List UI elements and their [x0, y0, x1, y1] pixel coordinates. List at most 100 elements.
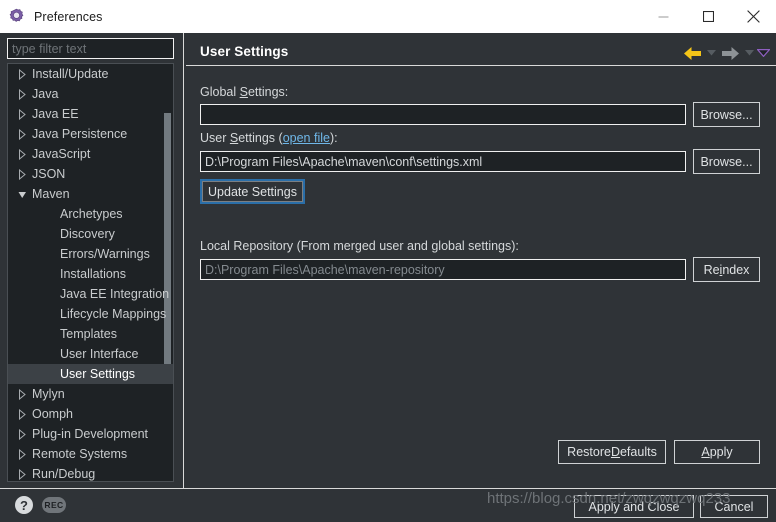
rec-icon[interactable]: REC [42, 497, 66, 513]
expand-arrow-icon[interactable] [16, 168, 27, 180]
sidebar-item-remote-systems[interactable]: Remote Systems [8, 444, 173, 464]
expand-arrow-icon[interactable] [16, 408, 27, 420]
close-button[interactable] [731, 0, 776, 33]
back-arrow-icon[interactable] [680, 43, 704, 63]
sidebar: Install/Update Java Java EE Java Persistenc… [0, 33, 181, 488]
sidebar-item-label: Install/Update [32, 67, 109, 81]
content-panel: User Settings Global Settings: Browse...… [186, 33, 776, 488]
expand-arrow-icon[interactable] [16, 88, 27, 100]
expand-arrow-icon[interactable] [16, 68, 27, 80]
sidebar-item-label: Java EE [32, 107, 79, 121]
preferences-tree[interactable]: Install/Update Java Java EE Java Persistenc… [7, 63, 174, 482]
reindex-label-pre: Re [703, 262, 720, 277]
window-title: Preferences [34, 9, 103, 24]
sidebar-item-installations[interactable]: Installations [8, 264, 173, 284]
search-input[interactable] [8, 39, 173, 58]
local-repository-input: D:\Program Files\Apache\maven-repository [200, 259, 686, 280]
sidebar-item-label: User Settings [60, 367, 136, 381]
user-settings-browse-button[interactable]: Browse... [693, 149, 760, 174]
forward-arrow-icon[interactable] [718, 43, 742, 63]
page-title: User Settings [200, 44, 289, 59]
sidebar-item-label: JavaScript [32, 147, 91, 161]
global-settings-browse-button[interactable]: Browse... [693, 102, 760, 127]
sidebar-item-java-ee[interactable]: Java EE [8, 104, 173, 124]
back-history-chevron-down-icon[interactable] [704, 43, 718, 63]
apply-and-close-button[interactable]: Apply and Close [574, 495, 694, 518]
sidebar-item-archetypes[interactable]: Archetypes [8, 204, 173, 224]
sidebar-item-label: Installations [60, 267, 127, 281]
sidebar-item-maven[interactable]: Maven [8, 184, 173, 204]
restore-defaults-mnemonic: D [610, 445, 620, 459]
sidebar-item-user-interface[interactable]: User Interface [8, 344, 173, 364]
sidebar-item-label: User Interface [60, 347, 139, 361]
update-settings-button[interactable]: Update Settings [200, 179, 305, 204]
forward-history-chevron-down-icon[interactable] [742, 43, 756, 63]
sidebar-item-java-ee-integration[interactable]: Java EE Integration [8, 284, 173, 304]
view-menu-chevron-icon[interactable] [756, 43, 770, 63]
minimize-button[interactable] [641, 0, 686, 33]
sidebar-item-templates[interactable]: Templates [8, 324, 173, 344]
user-settings-label-mnemonic: S [229, 131, 239, 145]
sidebar-item-label: Lifecycle Mappings [60, 307, 167, 321]
sidebar-item-oomph[interactable]: Oomph [8, 404, 173, 424]
sidebar-item-mylyn[interactable]: Mylyn [8, 384, 173, 404]
title-bar: Preferences [0, 0, 776, 33]
filter-box[interactable] [7, 38, 174, 59]
sidebar-item-label: Run/Debug [32, 467, 96, 481]
apply-mnemonic: A [701, 445, 710, 459]
open-file-link[interactable]: open file [283, 131, 330, 145]
user-settings-input[interactable]: D:\Program Files\Apache\maven\conf\setti… [200, 151, 686, 172]
global-settings-label-pre: Global [200, 85, 240, 99]
restore-defaults-button[interactable]: Restore Defaults [558, 440, 666, 464]
sidebar-item-plug-in-development[interactable]: Plug-in Development [8, 424, 173, 444]
gear-icon [8, 8, 25, 25]
sidebar-item-user-settings[interactable]: User Settings [8, 364, 173, 384]
sidebar-item-discovery[interactable]: Discovery [8, 224, 173, 244]
help-icon[interactable]: ? [15, 496, 33, 514]
sidebar-item-label: Archetypes [60, 207, 123, 221]
sidebar-item-label: Errors/Warnings [60, 247, 150, 261]
user-settings-label-mid: ettings ( [238, 131, 283, 145]
apply-button[interactable]: Apply [674, 440, 760, 464]
user-settings-label: User Settings (open file): [200, 131, 338, 145]
cancel-button[interactable]: Cancel [700, 495, 768, 518]
sidebar-item-label: JSON [32, 167, 66, 181]
expand-arrow-icon[interactable] [16, 108, 27, 120]
expand-arrow-icon[interactable] [16, 148, 27, 160]
sidebar-item-java-persistence[interactable]: Java Persistence [8, 124, 173, 144]
expand-arrow-icon[interactable] [16, 448, 27, 460]
sidebar-item-json[interactable]: JSON [8, 164, 173, 184]
sidebar-item-lifecycle-mappings[interactable]: Lifecycle Mappings [8, 304, 173, 324]
sidebar-item-label: Java [32, 87, 59, 101]
expand-arrow-icon[interactable] [16, 468, 27, 480]
dialog-footer: ? REC Apply and Close Cancel [0, 489, 776, 522]
expand-arrow-icon[interactable] [16, 428, 27, 440]
sidebar-item-label: Discovery [60, 227, 115, 241]
maximize-button[interactable] [686, 0, 731, 33]
sidebar-item-label: Maven [32, 187, 70, 201]
sidebar-item-install-update[interactable]: Install/Update [8, 64, 173, 84]
sidebar-item-label: Oomph [32, 407, 73, 421]
sidebar-item-label: Java Persistence [32, 127, 128, 141]
collapse-arrow-icon[interactable] [16, 189, 27, 200]
window-controls [641, 0, 776, 33]
tree-rows: Install/Update Java Java EE Java Persistenc… [8, 64, 173, 481]
sidebar-item-java[interactable]: Java [8, 84, 173, 104]
apply-post: pply [709, 445, 733, 459]
expand-arrow-icon[interactable] [16, 128, 27, 140]
reindex-button[interactable]: Re i ndex [693, 257, 760, 282]
global-settings-input[interactable] [200, 104, 686, 125]
sidebar-item-run-debug[interactable]: Run/Debug [8, 464, 173, 481]
sidebar-item-errors-warnings[interactable]: Errors/Warnings [8, 244, 173, 264]
sidebar-item-label: Mylyn [32, 387, 65, 401]
sidebar-item-javascript[interactable]: JavaScript [8, 144, 173, 164]
expand-arrow-icon[interactable] [16, 388, 27, 400]
